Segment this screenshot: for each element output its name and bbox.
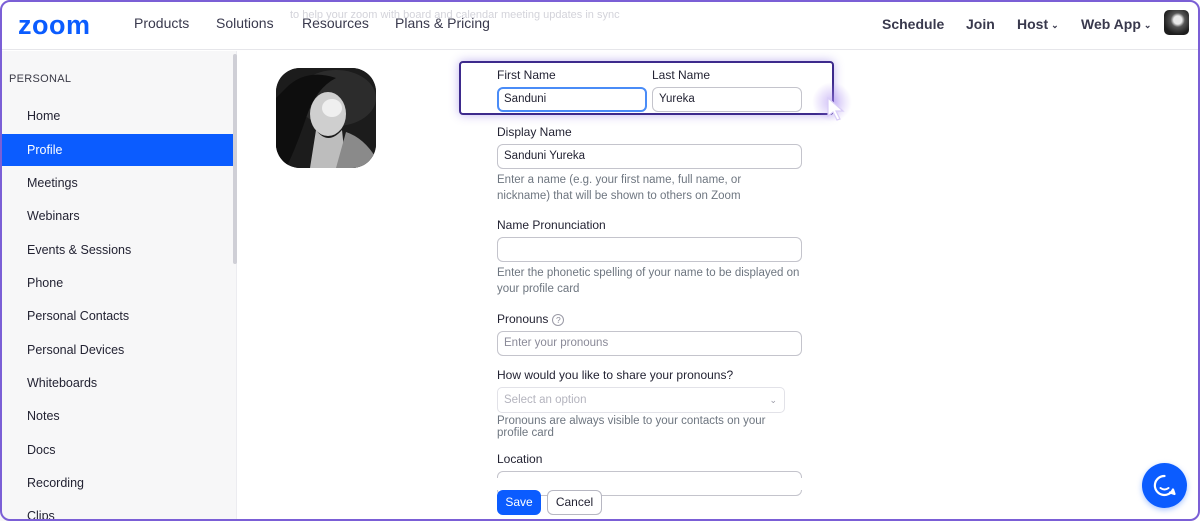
share-pronouns-select[interactable]: Select an option ⌄ <box>497 387 785 413</box>
pronouns-label-row: Pronouns? <box>497 312 565 326</box>
sidebar-item-webinars[interactable]: Webinars <box>0 200 233 232</box>
nav-web-app[interactable]: Web App ⌄ <box>1081 16 1151 32</box>
nav-join[interactable]: Join <box>966 16 995 32</box>
sidebar-item-meetings[interactable]: Meetings <box>0 167 233 199</box>
share-pronouns-label: How would you like to share your pronoun… <box>497 368 734 382</box>
nav-resources[interactable]: Resources <box>302 15 369 31</box>
chat-icon <box>1153 474 1176 497</box>
sidebar-item-home[interactable]: Home <box>0 100 233 132</box>
last-name-input[interactable]: Yureka <box>652 87 802 112</box>
nav-web-app-label: Web App <box>1081 16 1141 32</box>
nav-host-label: Host <box>1017 16 1049 32</box>
name-pronunciation-label: Name Pronunciation <box>497 218 606 232</box>
form-fade <box>440 478 840 490</box>
display-name-help: Enter a name (e.g. your first name, full… <box>497 174 742 202</box>
profile-photo[interactable] <box>276 68 376 168</box>
zoom-logo[interactable]: zoom <box>18 10 91 41</box>
sidebar-scrollbar[interactable] <box>233 54 237 264</box>
last-name-label: Last Name <box>652 68 711 82</box>
chevron-down-icon: ⌄ <box>769 395 777 405</box>
sidebar-item-profile[interactable]: Profile <box>0 134 233 166</box>
sidebar-item-recording[interactable]: Recording <box>0 467 233 499</box>
pronouns-input[interactable]: Enter your pronouns <box>497 331 802 356</box>
name-pronunciation-help: Enter the phonetic spelling of your name… <box>497 267 800 295</box>
nav-products[interactable]: Products <box>134 15 189 31</box>
sidebar-item-clips[interactable]: Clips <box>0 500 233 521</box>
nav-host[interactable]: Host ⌄ <box>1017 16 1059 32</box>
sidebar-item-personal-devices[interactable]: Personal Devices <box>0 334 233 366</box>
sidebar-item-events-sessions[interactable]: Events & Sessions <box>0 234 233 266</box>
display-name-label: Display Name <box>497 125 572 139</box>
sidebar-item-phone[interactable]: Phone <box>0 267 233 299</box>
save-button[interactable]: Save <box>497 490 541 515</box>
cancel-button[interactable]: Cancel <box>547 490 602 515</box>
user-avatar[interactable] <box>1164 10 1189 35</box>
nav-plans-pricing[interactable]: Plans & Pricing <box>395 15 490 31</box>
share-pronouns-help: Pronouns are always visible to your cont… <box>497 415 766 439</box>
top-navigation: to help your zoom with board and calenda… <box>0 0 1200 50</box>
sidebar-item-whiteboards[interactable]: Whiteboards <box>0 367 233 399</box>
sidebar-item-personal-contacts[interactable]: Personal Contacts <box>0 300 233 332</box>
nav-schedule[interactable]: Schedule <box>882 16 944 32</box>
sidebar-item-docs[interactable]: Docs <box>0 434 233 466</box>
name-pronunciation-input[interactable] <box>497 237 802 262</box>
chat-button[interactable] <box>1142 463 1187 508</box>
cursor-icon <box>827 96 845 121</box>
help-icon[interactable]: ? <box>552 314 565 326</box>
first-name-label: First Name <box>497 68 556 82</box>
chevron-down-icon: ⌄ <box>1051 20 1059 30</box>
share-pronouns-placeholder: Select an option <box>504 394 587 406</box>
profile-photo-image <box>276 68 376 168</box>
location-label: Location <box>497 452 543 466</box>
chevron-down-icon: ⌄ <box>1143 20 1152 30</box>
nav-solutions[interactable]: Solutions <box>216 15 274 31</box>
sidebar: PERSONAL Home Profile Meetings Webinars … <box>0 51 237 521</box>
pronouns-label: Pronouns <box>497 312 549 326</box>
sidebar-heading: PERSONAL <box>9 73 72 85</box>
first-name-input[interactable]: Sanduni <box>497 87 647 112</box>
display-name-input[interactable]: Sanduni Yureka <box>497 144 802 169</box>
sidebar-item-notes[interactable]: Notes <box>0 400 233 432</box>
